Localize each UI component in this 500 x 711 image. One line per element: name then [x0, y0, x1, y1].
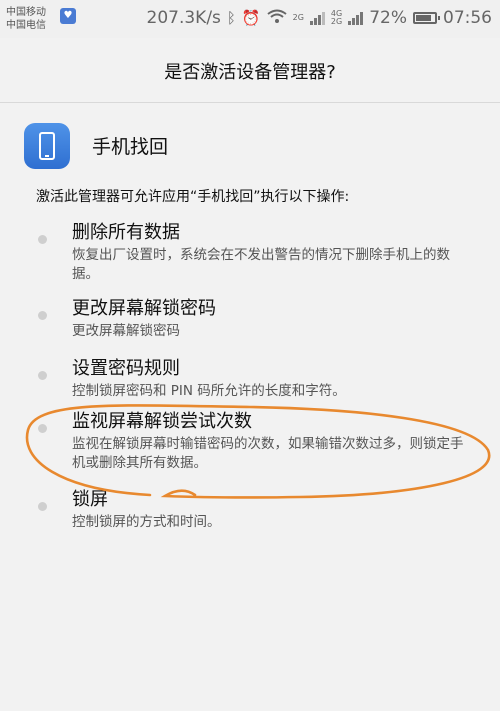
permission-desc: 恢复出厂设置时，系统会在不发出警告的情况下删除手机上的数据。	[72, 247, 450, 282]
signal-1-icon	[309, 11, 325, 25]
bullet-icon	[38, 502, 47, 511]
permission-desc: 控制锁屏的方式和时间。	[72, 514, 221, 530]
bluetooth-icon: ᛒ	[226, 9, 236, 27]
permission-desc: 监视在解锁屏幕时输错密码的次数，如果输错次数过多，则锁定手机或删除其所有数据。	[72, 436, 464, 471]
bullet-icon	[38, 311, 47, 320]
carrier-2: 中国电信	[6, 20, 46, 31]
battery-percent: 72%	[369, 8, 407, 28]
permission-item-lock-screen: 锁屏 控制锁屏的方式和时间。	[0, 487, 500, 537]
alarm-icon: ⏰	[241, 9, 261, 27]
signal-1-label: 2G	[293, 14, 304, 22]
signal-2-label: 4G 2G	[331, 10, 342, 26]
app-name: 手机找回	[92, 136, 169, 158]
status-indicators: 207.3K/s ᛒ ⏰ 2G 4G 2G 72% 07:56	[147, 6, 493, 30]
permission-item-wipe-data: 删除所有数据 恢复出厂设置时，系统会在不发出警告的情况下删除手机上的数据。	[0, 220, 500, 296]
carrier-labels: 中国移动 中国电信	[6, 6, 46, 32]
phone-glyph	[39, 132, 55, 160]
bullet-icon	[38, 235, 47, 244]
intro-text: 激活此管理器可允许应用“手机找回”执行以下操作:	[36, 189, 350, 205]
permission-desc: 控制锁屏密码和 PIN 码所允许的长度和字符。	[72, 383, 346, 399]
battery-icon	[413, 12, 440, 24]
permission-title: 更改屏幕解锁密码	[72, 298, 216, 319]
signal-2-icon	[348, 11, 364, 25]
wifi-icon	[266, 9, 287, 27]
clock: 07:56	[443, 8, 492, 28]
permission-title: 锁屏	[72, 489, 108, 510]
permission-title: 设置密码规则	[72, 358, 180, 379]
permission-item-watch-login: 监视屏幕解锁尝试次数 监视在解锁屏幕时输错密码的次数，如果输错次数过多，则锁定手…	[0, 409, 500, 487]
permission-title: 删除所有数据	[72, 222, 180, 243]
status-bar: 中国移动 中国电信 ♥ 207.3K/s ᛒ ⏰ 2G 4G 2G 72% 07…	[0, 0, 500, 38]
title-divider	[0, 102, 500, 103]
health-app-icon: ♥	[60, 8, 76, 24]
net-speed: 207.3K/s	[146, 8, 221, 28]
net-type-2g-b: 2G	[330, 17, 343, 26]
permission-list: 删除所有数据 恢复出厂设置时，系统会在不发出警告的情况下删除手机上的数据。 更改…	[0, 220, 500, 537]
net-type-2g: 2G	[292, 13, 304, 22]
permission-item-change-password: 更改屏幕解锁密码 更改屏幕解锁密码	[0, 296, 500, 356]
permission-title: 监视屏幕解锁尝试次数	[72, 411, 252, 432]
permission-item-password-rules: 设置密码规则 控制锁屏密码和 PIN 码所允许的长度和字符。	[0, 356, 500, 409]
permission-desc: 更改屏幕解锁密码	[72, 323, 180, 339]
carrier-1: 中国移动	[6, 7, 46, 18]
find-phone-app-icon	[24, 123, 70, 169]
dialog-title: 是否激活设备管理器?	[164, 62, 336, 83]
bullet-icon	[38, 424, 47, 433]
bullet-icon	[38, 371, 47, 380]
